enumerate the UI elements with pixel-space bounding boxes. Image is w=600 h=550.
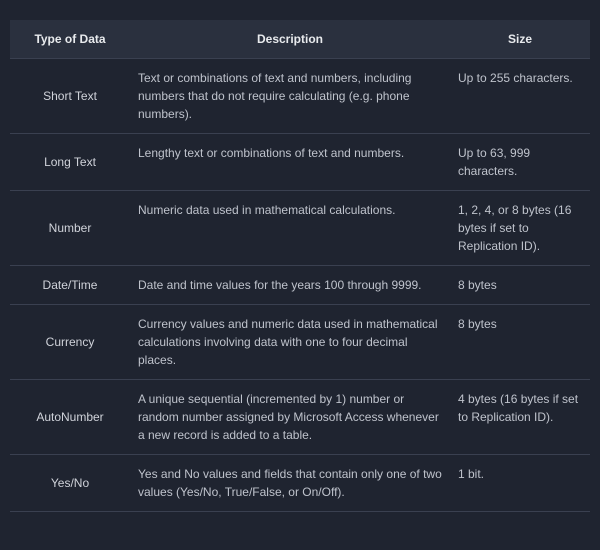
cell-type: Yes/No bbox=[10, 455, 130, 512]
cell-description: Date and time values for the years 100 t… bbox=[130, 266, 450, 305]
table-row: Number Numeric data used in mathematical… bbox=[10, 191, 590, 266]
cell-type: Date/Time bbox=[10, 266, 130, 305]
cell-description: A unique sequential (incremented by 1) n… bbox=[130, 380, 450, 455]
cell-description: Numeric data used in mathematical calcul… bbox=[130, 191, 450, 266]
cell-size: Up to 255 characters. bbox=[450, 59, 590, 134]
table-row: Short Text Text or combinations of text … bbox=[10, 59, 590, 134]
cell-type: Short Text bbox=[10, 59, 130, 134]
cell-type: Number bbox=[10, 191, 130, 266]
header-description: Description bbox=[130, 20, 450, 59]
cell-size: 1, 2, 4, or 8 bytes (16 bytes if set to … bbox=[450, 191, 590, 266]
header-size: Size bbox=[450, 20, 590, 59]
data-types-table: Type of Data Description Size Short Text… bbox=[10, 20, 590, 512]
cell-size: 8 bytes bbox=[450, 305, 590, 380]
table-header-row: Type of Data Description Size bbox=[10, 20, 590, 59]
cell-size: Up to 63, 999 characters. bbox=[450, 134, 590, 191]
cell-description: Lengthy text or combinations of text and… bbox=[130, 134, 450, 191]
cell-description: Currency values and numeric data used in… bbox=[130, 305, 450, 380]
table-row: Yes/No Yes and No values and fields that… bbox=[10, 455, 590, 512]
table-row: Long Text Lengthy text or combinations o… bbox=[10, 134, 590, 191]
cell-type: AutoNumber bbox=[10, 380, 130, 455]
cell-description: Text or combinations of text and numbers… bbox=[130, 59, 450, 134]
cell-description: Yes and No values and fields that contai… bbox=[130, 455, 450, 512]
cell-type: Currency bbox=[10, 305, 130, 380]
cell-size: 4 bytes (16 bytes if set to Replication … bbox=[450, 380, 590, 455]
table-row: AutoNumber A unique sequential (incremen… bbox=[10, 380, 590, 455]
table-row: Currency Currency values and numeric dat… bbox=[10, 305, 590, 380]
header-type: Type of Data bbox=[10, 20, 130, 59]
cell-type: Long Text bbox=[10, 134, 130, 191]
table-row: Date/Time Date and time values for the y… bbox=[10, 266, 590, 305]
cell-size: 8 bytes bbox=[450, 266, 590, 305]
cell-size: 1 bit. bbox=[450, 455, 590, 512]
